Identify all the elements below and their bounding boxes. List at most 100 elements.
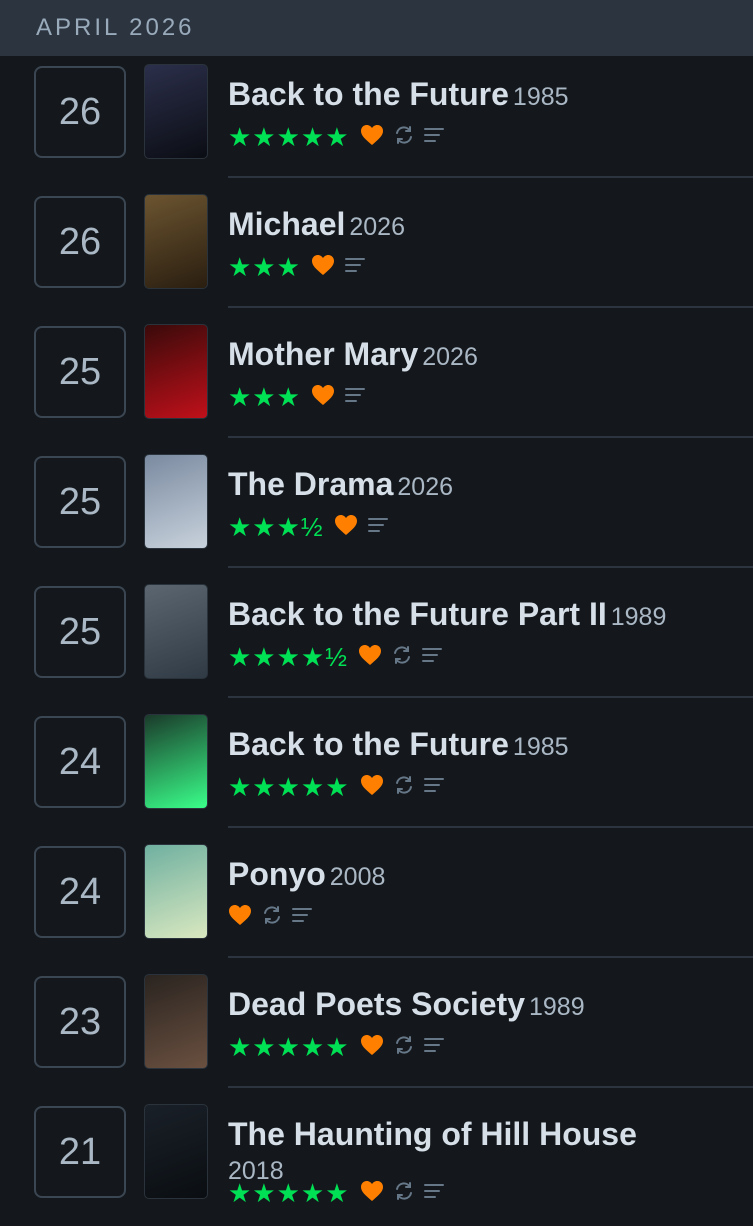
row-divider <box>228 826 753 828</box>
title-line: Back to the Future 1985 <box>228 76 733 113</box>
month-label: APRIL 2026 <box>36 14 195 41</box>
rewatch-icon <box>394 125 414 150</box>
heart-icon <box>360 1180 384 1207</box>
heart-icon <box>311 254 335 281</box>
entry-meta: ★★★ <box>228 252 375 282</box>
diary-entry[interactable]: 26 Back to the Future 1985 ★★★★★ <box>0 56 753 186</box>
entry-meta: ★★★★★ <box>228 1178 454 1208</box>
row-divider <box>228 306 753 308</box>
star-rating: ★★★★★ <box>228 1177 350 1208</box>
film-poster[interactable] <box>144 844 208 939</box>
diary-entry[interactable]: 26 Michael 2026 ★★★ <box>0 186 753 316</box>
entry-meta <box>228 902 322 932</box>
film-title[interactable]: Ponyo <box>228 856 326 892</box>
row-divider <box>228 1086 753 1088</box>
day-box[interactable]: 25 <box>34 586 126 678</box>
diary-entry[interactable]: 24 Ponyo 2008 <box>0 836 753 966</box>
day-box[interactable]: 24 <box>34 846 126 938</box>
entry-meta: ★★★ <box>228 382 375 412</box>
title-line: Back to the Future Part II 1989 <box>228 596 733 633</box>
film-year[interactable]: 1989 <box>611 603 667 631</box>
entry-meta: ★★★★★ <box>228 772 454 802</box>
rewatch-icon <box>262 905 282 930</box>
entry-meta: ★★★★★ <box>228 1032 454 1062</box>
row-divider <box>228 956 753 958</box>
entry-meta: ★★★★½ <box>228 642 452 672</box>
star-rating: ★★★ <box>228 381 301 412</box>
rewatch-icon <box>394 775 414 800</box>
heart-icon <box>311 384 335 411</box>
diary-entry[interactable]: 21 The Haunting of Hill House 2018 ★★★★★ <box>0 1096 753 1226</box>
entry-meta: ★★★½ <box>228 512 398 542</box>
day-box[interactable]: 25 <box>34 326 126 418</box>
film-poster[interactable] <box>144 1104 208 1199</box>
heart-icon <box>228 904 252 931</box>
star-rating: ★★★ <box>228 251 301 282</box>
heart-icon <box>360 1034 384 1061</box>
diary-entry[interactable]: 23 Dead Poets Society 1989 ★★★★★ <box>0 966 753 1096</box>
film-year[interactable]: 2026 <box>349 213 405 241</box>
film-poster[interactable] <box>144 584 208 679</box>
film-year[interactable]: 1985 <box>513 733 569 761</box>
day-box[interactable]: 26 <box>34 66 126 158</box>
film-poster[interactable] <box>144 324 208 419</box>
row-divider <box>228 566 753 568</box>
diary-entry[interactable]: 25 Mother Mary 2026 ★★★ <box>0 316 753 446</box>
star-rating: ★★★½ <box>228 511 324 542</box>
film-title[interactable]: The Haunting of Hill House <box>228 1116 637 1152</box>
film-title[interactable]: The Drama <box>228 466 393 502</box>
title-line: Dead Poets Society 1989 <box>228 986 733 1023</box>
film-year[interactable]: 1985 <box>513 83 569 111</box>
review-icon[interactable] <box>423 127 444 148</box>
heart-icon <box>360 124 384 151</box>
star-rating: ★★★★★ <box>228 1031 350 1062</box>
film-year[interactable]: 2026 <box>422 343 478 371</box>
review-icon[interactable] <box>423 777 444 798</box>
film-poster[interactable] <box>144 714 208 809</box>
title-line: Mother Mary 2026 <box>228 336 733 373</box>
review-icon[interactable] <box>292 907 312 928</box>
rewatch-icon <box>392 645 412 670</box>
film-title[interactable]: Back to the Future Part II <box>228 596 607 632</box>
row-divider <box>228 176 753 178</box>
review-icon[interactable] <box>423 1037 444 1058</box>
rewatch-icon <box>394 1181 414 1206</box>
star-rating: ★★★★½ <box>228 641 348 672</box>
film-title[interactable]: Dead Poets Society <box>228 986 525 1022</box>
title-line: Back to the Future 1985 <box>228 726 733 763</box>
heart-icon <box>358 644 382 671</box>
review-icon[interactable] <box>423 1183 444 1204</box>
star-rating: ★★★★★ <box>228 121 350 152</box>
diary-entry[interactable]: 25 The Drama 2026 ★★★½ <box>0 446 753 576</box>
heart-icon <box>334 514 358 541</box>
title-line: The Haunting of Hill House 2018 <box>228 1116 733 1186</box>
review-icon[interactable] <box>344 257 365 278</box>
film-poster[interactable] <box>144 194 208 289</box>
heart-icon <box>360 774 384 801</box>
film-year[interactable]: 2008 <box>330 863 386 891</box>
film-year[interactable]: 2026 <box>397 473 453 501</box>
film-poster[interactable] <box>144 974 208 1069</box>
film-title[interactable]: Michael <box>228 206 345 242</box>
film-title[interactable]: Back to the Future <box>228 726 509 762</box>
film-title[interactable]: Mother Mary <box>228 336 418 372</box>
entry-meta: ★★★★★ <box>228 122 454 152</box>
diary-entry[interactable]: 25 Back to the Future Part II 1989 ★★★★½ <box>0 576 753 706</box>
review-icon[interactable] <box>367 517 388 538</box>
day-box[interactable]: 26 <box>34 196 126 288</box>
row-divider <box>228 436 753 438</box>
review-icon[interactable] <box>421 647 442 668</box>
film-poster[interactable] <box>144 454 208 549</box>
day-box[interactable]: 25 <box>34 456 126 548</box>
diary-entry[interactable]: 24 Back to the Future 1985 ★★★★★ <box>0 706 753 836</box>
rewatch-icon <box>394 1035 414 1060</box>
film-poster[interactable] <box>144 64 208 159</box>
row-divider <box>228 696 753 698</box>
film-title[interactable]: Back to the Future <box>228 76 509 112</box>
review-icon[interactable] <box>344 387 365 408</box>
title-line: Michael 2026 <box>228 206 733 243</box>
day-box[interactable]: 23 <box>34 976 126 1068</box>
day-box[interactable]: 21 <box>34 1106 126 1198</box>
film-year[interactable]: 1989 <box>529 993 585 1021</box>
day-box[interactable]: 24 <box>34 716 126 808</box>
